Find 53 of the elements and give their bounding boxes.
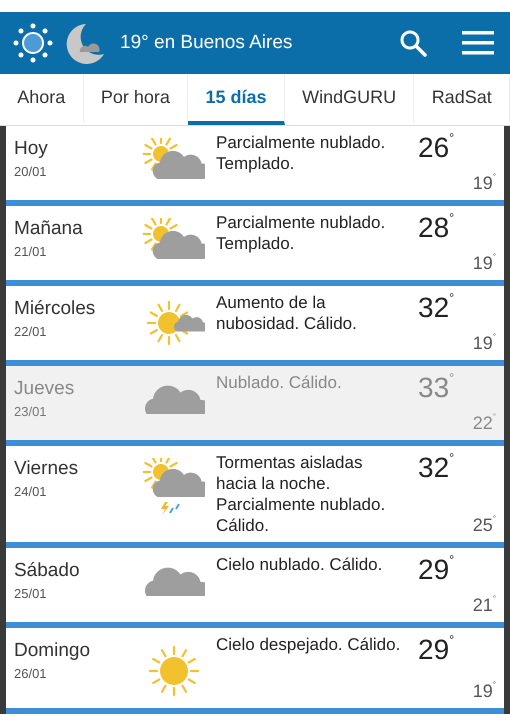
forecast-description: Cielo nublado. Cálido. (216, 554, 384, 576)
partly-cloudy-icon (143, 218, 205, 262)
high-temperature: 32$^{°}$ (418, 452, 454, 484)
low-temperature: 21$^{°}$ (472, 595, 496, 616)
day-name: Jueves (14, 378, 76, 400)
forecast-row[interactable]: Hoy 20/01 Parcialmente nublado. Templado. 26$^{°}$ 19$^{°}$ (6, 126, 504, 206)
high-temperature: 32$^{°}$ (418, 292, 454, 324)
forecast-description: Parcialmente nublado. Templado. (216, 212, 386, 255)
high-temperature: 26$^{°}$ (418, 132, 454, 164)
day-date: 20/01 (14, 164, 48, 179)
forecast-description: Aumento de la nubosidad. Cálido. (216, 292, 358, 335)
low-temperature: 19$^{°}$ (472, 333, 496, 354)
forecast-row[interactable]: Miércoles 22/01 Aumento de la nubosidad. Cálido. 32$^{°}$ 19$^{°}$ (6, 286, 504, 366)
high-temperature: 29$^{°}$ (418, 634, 454, 666)
sun-icon (12, 22, 54, 64)
day-date: 23/01 (14, 404, 48, 419)
partly-cloudy-icon (143, 138, 205, 182)
tab[interactable]: WindGURU (284, 74, 414, 125)
tab[interactable]: Por hora (84, 74, 188, 125)
header-title: 19° en Buenos Aires (120, 32, 294, 54)
day-name: Mañana (14, 218, 84, 240)
low-temperature: 19$^{°}$ (472, 173, 496, 194)
high-temperature: 28$^{°}$ (418, 212, 454, 244)
day-name: Sábado (14, 560, 81, 582)
forecast-description: Tormentas aisladas hacia la noche. Parcialmente nublado. Cálido. (216, 452, 386, 536)
forecast-row[interactable]: Jueves 23/01 Nublado. Cálido. 33$^{°}$ 22$^{°}$ (6, 366, 504, 446)
forecast-row[interactable]: Viernes 24/01 Tormentas aisladas hacia la noche. Parcialmente nublado. Cálido. 32$^{°}$ 25$^{°}$ (6, 446, 504, 548)
day-date: 26/01 (14, 666, 48, 681)
low-temperature: 22$^{°}$ (472, 413, 496, 434)
day-name: Miércoles (14, 298, 96, 320)
forecast-description: Nublado. Cálido. (216, 372, 343, 394)
day-date: 22/01 (14, 324, 48, 339)
low-temperature: 25$^{°}$ (472, 515, 496, 536)
day-name: Viernes (14, 458, 80, 480)
low-temperature: 19$^{°}$ (472, 681, 496, 702)
day-date: 21/01 (14, 244, 48, 259)
moon-cloud-icon (66, 22, 104, 64)
forecast-row[interactable]: Mañana 21/01 Parcialmente nublado. Templado. 28$^{°}$ 19$^{°}$ (6, 206, 504, 286)
forecast-row[interactable]: Domingo 26/01 Cielo despejado. Cálido. 29$^{°}$ 19$^{°}$ (6, 628, 504, 714)
low-temperature: 19$^{°}$ (472, 253, 496, 274)
tab[interactable]: Ahora (0, 74, 84, 125)
forecast-description: Parcialmente nublado. Templado. (216, 132, 386, 175)
day-date: 25/01 (14, 586, 48, 601)
day-name: Domingo (14, 640, 92, 662)
high-temperature: 33$^{°}$ (418, 372, 454, 404)
high-temperature: 29$^{°}$ (418, 554, 454, 586)
menu-icon (462, 30, 494, 56)
forecast-row[interactable]: Sábado 25/01 Cielo nublado. Cálido. 29$^{°}$ 21$^{°}$ (6, 548, 504, 628)
day-name: Hoy (14, 138, 49, 160)
search-icon (398, 28, 428, 58)
day-date: 24/01 (14, 484, 48, 499)
forecast-description: Cielo despejado. Cálido. (216, 634, 402, 656)
tab[interactable]: RadSat (414, 74, 510, 125)
